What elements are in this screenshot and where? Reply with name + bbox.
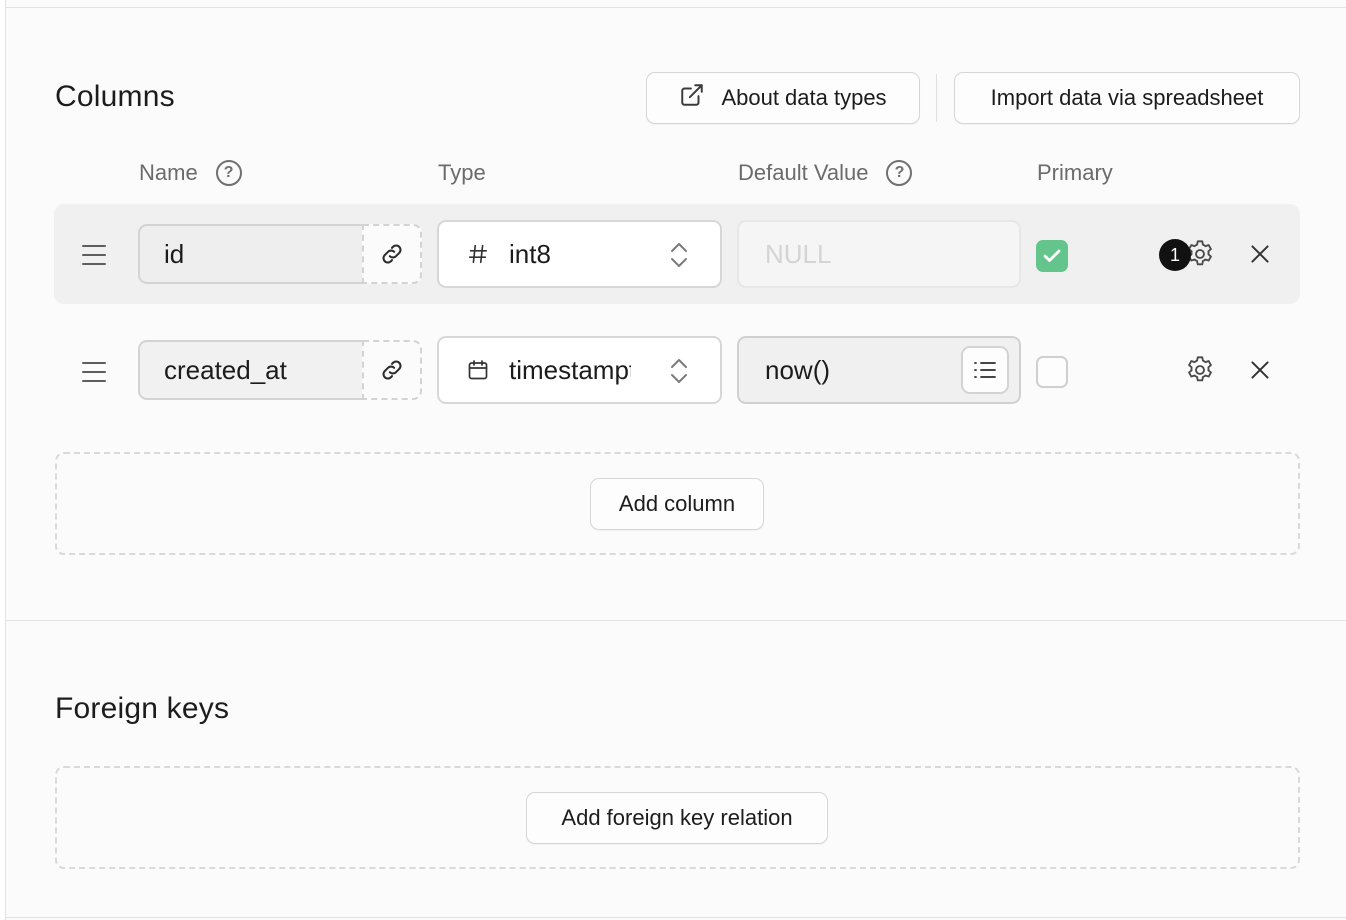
column-type-value: timestamptz xyxy=(509,354,631,385)
close-icon[interactable] xyxy=(1247,357,1273,383)
hash-icon xyxy=(465,243,491,265)
link-icon[interactable] xyxy=(362,340,422,400)
toolbar-separator xyxy=(936,74,937,122)
drag-handle-icon[interactable] xyxy=(82,362,106,389)
help-icon[interactable]: ? xyxy=(215,160,242,186)
calendar-icon xyxy=(465,358,491,382)
default-value-input[interactable]: now() xyxy=(737,336,1021,404)
header-primary: Primary xyxy=(1037,160,1113,186)
columns-title: Columns xyxy=(55,80,175,113)
header-name-label: Name xyxy=(139,160,198,185)
primary-checkbox[interactable] xyxy=(1036,356,1068,388)
drag-handle-icon[interactable] xyxy=(82,245,106,272)
link-icon[interactable] xyxy=(362,224,422,284)
help-icon[interactable]: ? xyxy=(886,160,913,186)
chevron-up-down-icon xyxy=(668,240,690,277)
import-spreadsheet-button[interactable]: Import data via spreadsheet xyxy=(954,72,1300,124)
close-icon[interactable] xyxy=(1247,241,1273,267)
header-type: Type xyxy=(438,160,486,186)
default-value-text: now() xyxy=(765,354,831,385)
header-default-label: Default Value xyxy=(738,160,869,185)
about-data-types-label: About data types xyxy=(721,85,887,110)
header-type-label: Type xyxy=(438,160,486,185)
column-name-input[interactable]: created_at xyxy=(138,340,364,400)
default-value-placeholder: NULL xyxy=(765,238,832,269)
column-name-input[interactable]: id xyxy=(138,224,364,284)
foreign-keys-title: Foreign keys xyxy=(55,692,230,725)
settings-count-badge: 1 xyxy=(1159,239,1191,271)
gear-icon[interactable] xyxy=(1184,354,1216,386)
add-column-label: Add column xyxy=(618,491,736,516)
column-type-value: int8 xyxy=(509,238,551,269)
add-foreign-key-label: Add foreign key relation xyxy=(561,805,793,830)
column-type-select[interactable]: timestamptz xyxy=(437,336,722,404)
add-column-button[interactable]: Add column xyxy=(590,478,764,530)
header-primary-label: Primary xyxy=(1037,160,1113,185)
section-divider xyxy=(6,620,1346,621)
header-name: Name ? xyxy=(139,160,242,186)
list-icon[interactable] xyxy=(961,346,1009,394)
add-foreign-key-button[interactable]: Add foreign key relation xyxy=(526,792,828,844)
default-value-input[interactable]: NULL xyxy=(737,220,1021,288)
external-link-icon xyxy=(679,82,705,114)
chevron-up-down-icon xyxy=(668,356,690,393)
left-panel-border xyxy=(0,0,6,920)
top-divider xyxy=(6,7,1346,8)
header-default-value: Default Value ? xyxy=(738,160,913,186)
primary-checkbox[interactable] xyxy=(1036,240,1068,272)
import-spreadsheet-label: Import data via spreadsheet xyxy=(990,85,1264,110)
about-data-types-button[interactable]: About data types xyxy=(646,72,920,124)
column-type-select[interactable]: int8 xyxy=(437,220,722,288)
bottom-divider xyxy=(6,917,1346,918)
